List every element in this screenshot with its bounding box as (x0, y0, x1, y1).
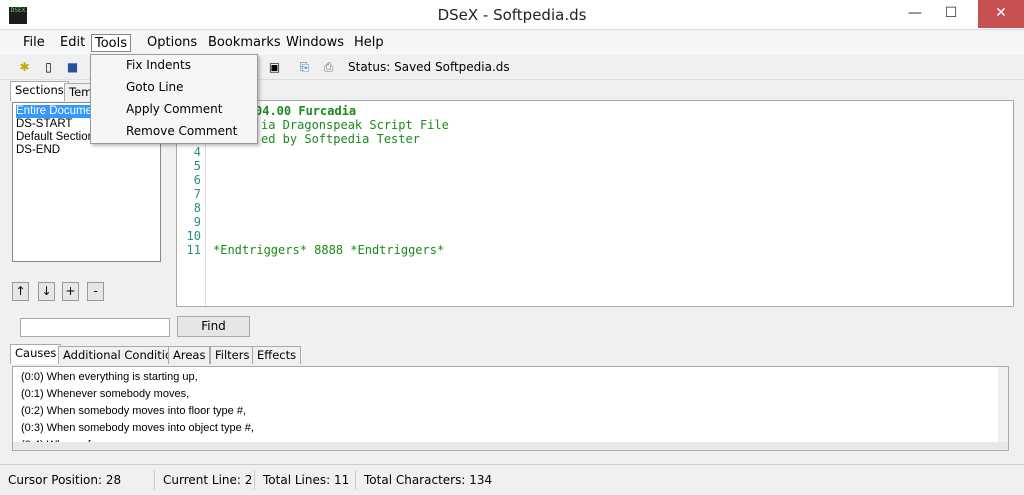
menu-windows[interactable]: Windows (283, 34, 347, 52)
paste-icon[interactable]: ▣ (266, 59, 283, 76)
menu-help[interactable]: Help (351, 34, 387, 52)
tab-sections[interactable]: Sections (10, 81, 69, 101)
tab-causes[interactable]: Causes (10, 344, 62, 364)
status-text: Status: Saved Softpedia.ds (348, 60, 510, 74)
add-section-button[interactable]: + (62, 282, 79, 301)
line-number: 11 (186, 243, 201, 257)
line-number: 9 (193, 215, 201, 229)
line-number: 7 (193, 187, 201, 201)
open-icon[interactable]: ▯ (40, 59, 57, 76)
causes-list: (0:0) When everything is starting up, (0… (12, 366, 1009, 451)
code-line-2: ia Dragonspeak Script File (261, 118, 449, 132)
menu-item-remove-comment[interactable]: Remove Comment (92, 121, 256, 143)
menu-item-fix-indents[interactable]: Fix Indents (92, 55, 256, 77)
section-item[interactable]: Default Section (16, 131, 94, 144)
minimize-button[interactable]: — (898, 0, 932, 28)
tab-filters[interactable]: Filters (210, 346, 255, 364)
section-item[interactable]: Entire Documer (16, 105, 98, 118)
cause-item[interactable]: (0:2) When somebody moves into floor typ… (21, 405, 246, 417)
code-editor[interactable]: 4 5 6 7 8 9 10 11 04.00 Furcadia ia Drag… (176, 100, 1014, 307)
section-item[interactable]: DS-START (16, 118, 72, 131)
section-item[interactable]: DS-END (16, 144, 60, 157)
code-line-1: 04.00 Furcadia (255, 104, 357, 118)
current-line: Current Line: 2 (154, 470, 252, 490)
move-down-button[interactable]: ↓ (38, 282, 55, 301)
line-number: 4 (193, 145, 201, 159)
horizontal-scrollbar[interactable] (13, 442, 1008, 450)
menu-options[interactable]: Options (144, 34, 200, 52)
code-line-3: ed by Softpedia Tester (261, 132, 420, 146)
attach-icon[interactable]: ⎙ (320, 59, 337, 76)
move-up-button[interactable]: ↑ (12, 282, 29, 301)
menu-file[interactable]: File (20, 34, 48, 52)
status-bar: Cursor Position: 28 Current Line: 2 Tota… (0, 464, 1024, 495)
menu-item-apply-comment[interactable]: Apply Comment (92, 99, 256, 121)
total-lines: Total Lines: 11 (254, 470, 349, 490)
menu-bar: File Edit Tools Options Bookmarks Window… (0, 31, 1024, 55)
find-input[interactable] (20, 318, 170, 337)
find-button[interactable]: Find (177, 316, 250, 337)
title-bar: DSEX DSeX - Softpedia.ds — ☐ ✕ (0, 0, 1024, 30)
menu-tools[interactable]: Tools (91, 34, 132, 52)
save-icon[interactable]: ■ (64, 59, 81, 76)
close-button[interactable]: ✕ (978, 0, 1024, 28)
tools-dropdown-menu: Fix Indents Goto Line Apply Comment Remo… (90, 54, 258, 144)
menu-edit[interactable]: Edit (57, 34, 88, 52)
code-line-11: *Endtriggers* 8888 *Endtriggers* (213, 243, 445, 257)
line-number: 8 (193, 201, 201, 215)
cause-item[interactable]: (0:1) Whenever somebody moves, (21, 388, 189, 400)
maximize-button[interactable]: ☐ (934, 0, 968, 28)
menu-bookmarks[interactable]: Bookmarks (205, 34, 284, 52)
tab-effects[interactable]: Effects (252, 346, 302, 364)
clip-icon[interactable]: ⎘ (296, 59, 313, 76)
line-number: 6 (193, 173, 201, 187)
cause-item[interactable]: (0:3) When somebody moves into object ty… (21, 422, 254, 434)
menu-item-goto-line[interactable]: Goto Line (92, 77, 256, 99)
vertical-scrollbar[interactable] (998, 367, 1008, 450)
line-number: 10 (186, 229, 201, 243)
new-icon[interactable]: ✱ (16, 59, 33, 76)
line-number: 5 (193, 159, 201, 173)
window-title: DSeX - Softpedia.ds (437, 6, 587, 24)
tab-areas[interactable]: Areas (168, 346, 211, 364)
cursor-position: Cursor Position: 28 (8, 473, 122, 487)
total-characters: Total Characters: 134 (355, 470, 492, 490)
cause-item[interactable]: (0:0) When everything is starting up, (21, 371, 198, 383)
remove-section-button[interactable]: - (87, 282, 104, 301)
